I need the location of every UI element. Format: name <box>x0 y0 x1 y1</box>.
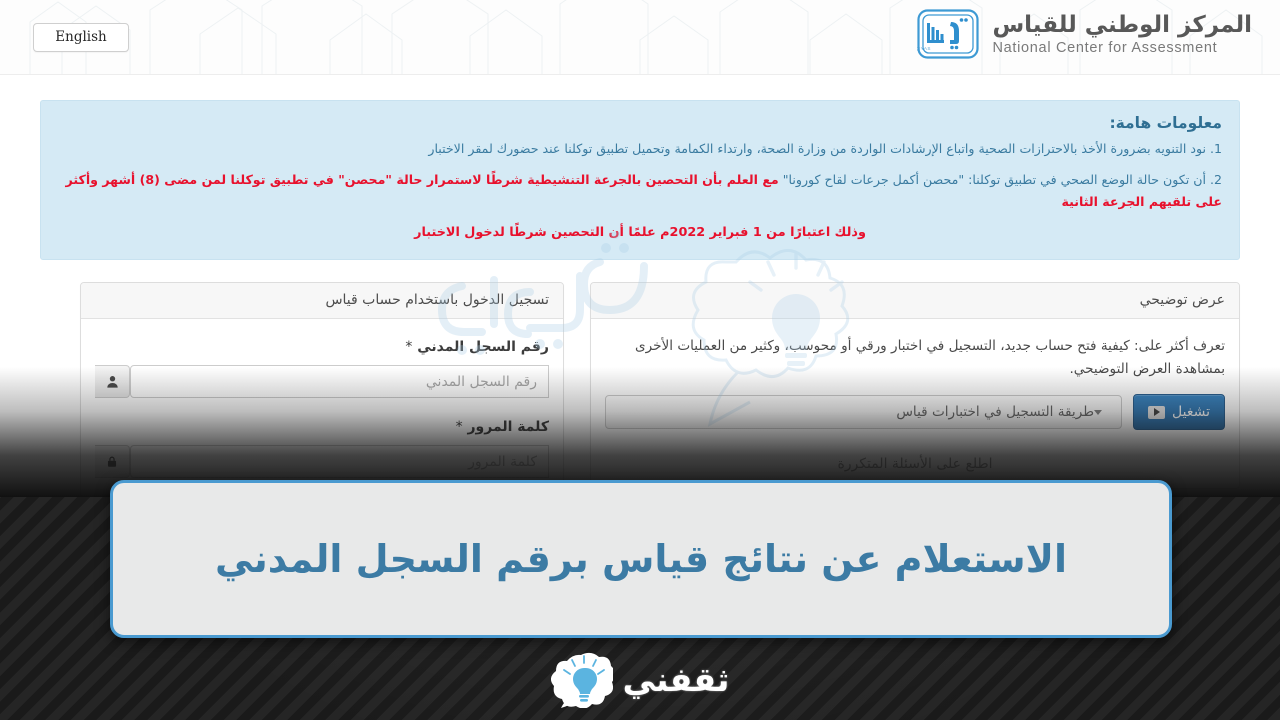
captured-webpage: English المركز الوطني للقياس National Ce… <box>0 0 1280 497</box>
brand-text: المركز الوطني للقياس National Center for… <box>992 12 1252 57</box>
civil-id-input[interactable] <box>130 365 549 398</box>
civil-id-label: رقم السجل المدني * <box>95 337 549 357</box>
demo-controls-row: تشغيل طريقة التسجيل في اختبارات قياس <box>605 394 1225 430</box>
headline-banner: الاستعلام عن نتائج قياس برقم السجل المدن… <box>110 480 1172 638</box>
password-input-group <box>95 445 549 478</box>
svg-text:QIYAS: QIYAS <box>917 46 931 51</box>
panels-row: عرض توضيحي تعرف أكثر على: كيفية فتح حساب… <box>40 282 1240 497</box>
lock-icon <box>95 445 130 478</box>
alert-item-1: 1. نود التنويه بضرورة الأخذ بالاحترازات … <box>428 141 1222 156</box>
password-required-mark: * <box>455 419 463 435</box>
chevron-down-icon <box>1094 409 1103 415</box>
password-input[interactable] <box>130 445 549 478</box>
brand-name-english: National Center for Assessment <box>992 39 1218 56</box>
password-label-text: كلمة المرور <box>467 419 549 435</box>
password-label: كلمة المرور * <box>95 417 549 437</box>
qiyas-logo-icon: QIYAS <box>917 9 980 59</box>
important-info-alert: معلومات هامة: 1. نود التنويه بضرورة الأخ… <box>40 100 1240 260</box>
civil-id-required-mark: * <box>405 339 413 355</box>
footer-wordmark: ثقفني <box>622 660 730 699</box>
alert-item-2-lead: 2. أن تكون حالة الوضع الصحي في تطبيق توك… <box>778 172 1222 187</box>
demo-select-value: طريقة التسجيل في اختبارات قياس <box>896 404 1095 420</box>
brand-lockup: المركز الوطني للقياس National Center for… <box>917 9 1252 59</box>
civil-id-input-group <box>95 365 549 398</box>
footer-logo: ثقفني <box>0 648 1280 712</box>
language-toggle-english-button[interactable]: English <box>33 23 129 52</box>
play-icon <box>1148 405 1166 419</box>
alert-title: معلومات هامة: <box>1109 114 1222 132</box>
demo-topic-select[interactable]: طريقة التسجيل في اختبارات قياس <box>605 395 1123 429</box>
alert-item-2: 2. أن تكون حالة الوضع الصحي في تطبيق توك… <box>58 169 1222 213</box>
headline-text: الاستعلام عن نتائج قياس برقم السجل المدن… <box>215 537 1067 581</box>
alert-item-3: وذلك اعتبارًا من 1 فبراير 2022م علمًا أن… <box>414 225 866 240</box>
demo-panel: عرض توضيحي تعرف أكثر على: كيفية فتح حساب… <box>590 282 1240 489</box>
civil-id-label-text: رقم السجل المدني <box>417 339 549 355</box>
login-panel-body: رقم السجل المدني * رقم السجل المدني كلمة… <box>81 319 563 497</box>
brand-name-arabic: المركز الوطني للقياس <box>992 11 1252 38</box>
play-demo-button[interactable]: تشغيل <box>1133 394 1225 430</box>
login-panel-heading: تسجيل الدخول باستخدام حساب قياس <box>81 283 563 319</box>
play-button-label: تشغيل <box>1172 404 1210 420</box>
faq-link[interactable]: اطلع على الأسئلة المتكررة <box>605 456 1225 472</box>
demo-panel-body: تعرف أكثر على: كيفية فتح حساب جديد، التس… <box>591 319 1239 488</box>
login-panel: تسجيل الدخول باستخدام حساب قياس رقم السج… <box>80 282 564 497</box>
demo-panel-heading: عرض توضيحي <box>591 283 1239 319</box>
demo-description: تعرف أكثر على: كيفية فتح حساب جديد، التس… <box>634 338 1225 377</box>
user-icon <box>95 365 130 398</box>
page-content: معلومات هامة: 1. نود التنويه بضرورة الأخ… <box>40 75 1240 497</box>
field-spacer <box>95 402 549 413</box>
lightbulb-speech-bubble-icon <box>550 652 613 708</box>
site-header: English المركز الوطني للقياس National Ce… <box>0 0 1280 75</box>
